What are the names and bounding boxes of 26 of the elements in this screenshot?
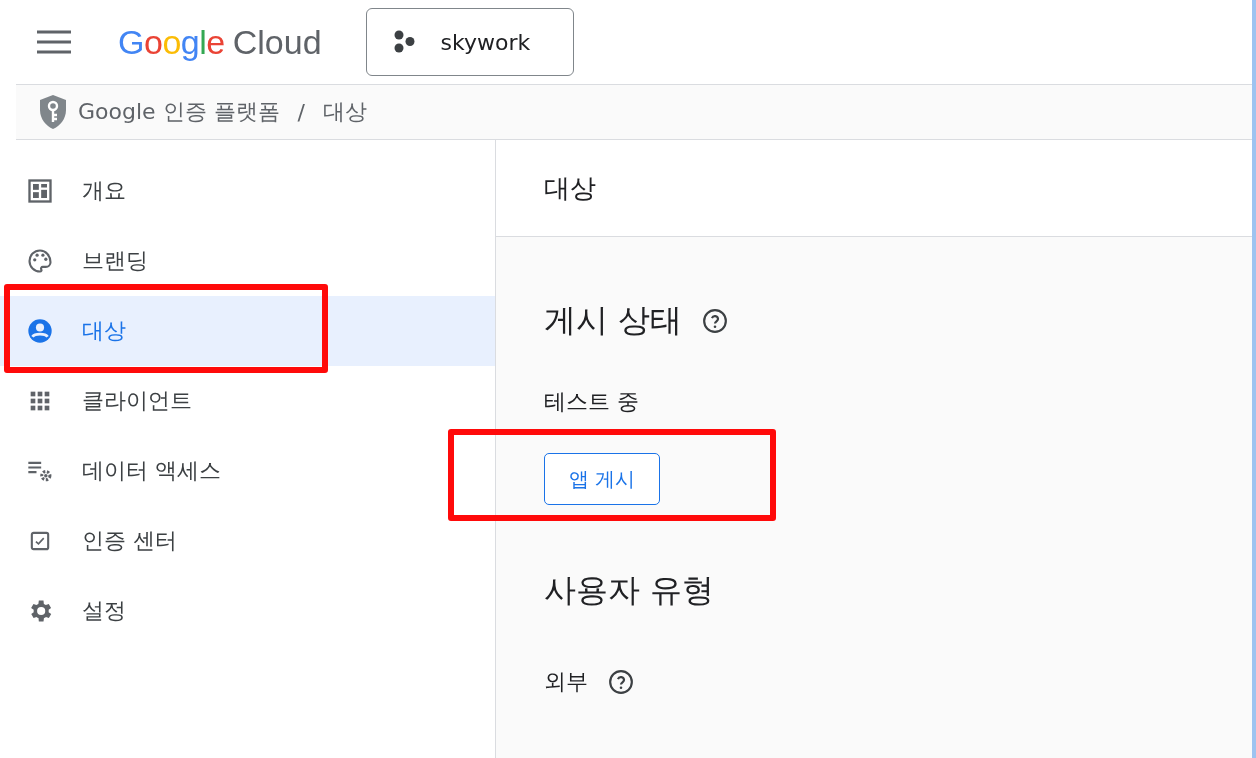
publish-app-button[interactable]: 앱 게시 xyxy=(544,453,661,505)
section-heading: 게시 상태 xyxy=(544,300,683,341)
nav-item[interactable]: 대상 xyxy=(0,296,495,366)
palette-icon xyxy=(26,247,54,275)
product-name: Cloud xyxy=(232,22,322,62)
nav-item[interactable]: 인증 센터 xyxy=(0,506,495,576)
dashboard-icon xyxy=(26,177,54,205)
nav-item[interactable]: 브랜딩 xyxy=(0,226,495,296)
nav-item[interactable]: 개요 xyxy=(0,156,495,226)
user-type-value: 외부 xyxy=(544,668,588,696)
page-title: 대상 xyxy=(544,171,596,205)
menu-icon[interactable] xyxy=(36,29,72,55)
shield-key-icon xyxy=(38,94,68,130)
nav-item[interactable]: 클라이언트 xyxy=(0,366,495,436)
status-text: 테스트 중 xyxy=(544,388,640,416)
nav-item[interactable]: 데이터 액세스 xyxy=(0,436,495,506)
project-picker[interactable]: skywork xyxy=(365,8,574,76)
breadcrumb-link[interactable]: 대상 xyxy=(323,97,367,127)
breadcrumb-separator: / xyxy=(297,99,305,125)
person-icon xyxy=(26,317,54,345)
help-icon[interactable] xyxy=(702,308,729,334)
breadcrumb-link[interactable]: Google 인증 플랫폼 xyxy=(78,97,280,127)
section-heading: 사용자 유형 xyxy=(544,570,715,611)
nav-item[interactable]: 설정 xyxy=(0,576,495,646)
google-logo: Google xyxy=(118,22,225,62)
help-icon[interactable] xyxy=(608,669,634,695)
